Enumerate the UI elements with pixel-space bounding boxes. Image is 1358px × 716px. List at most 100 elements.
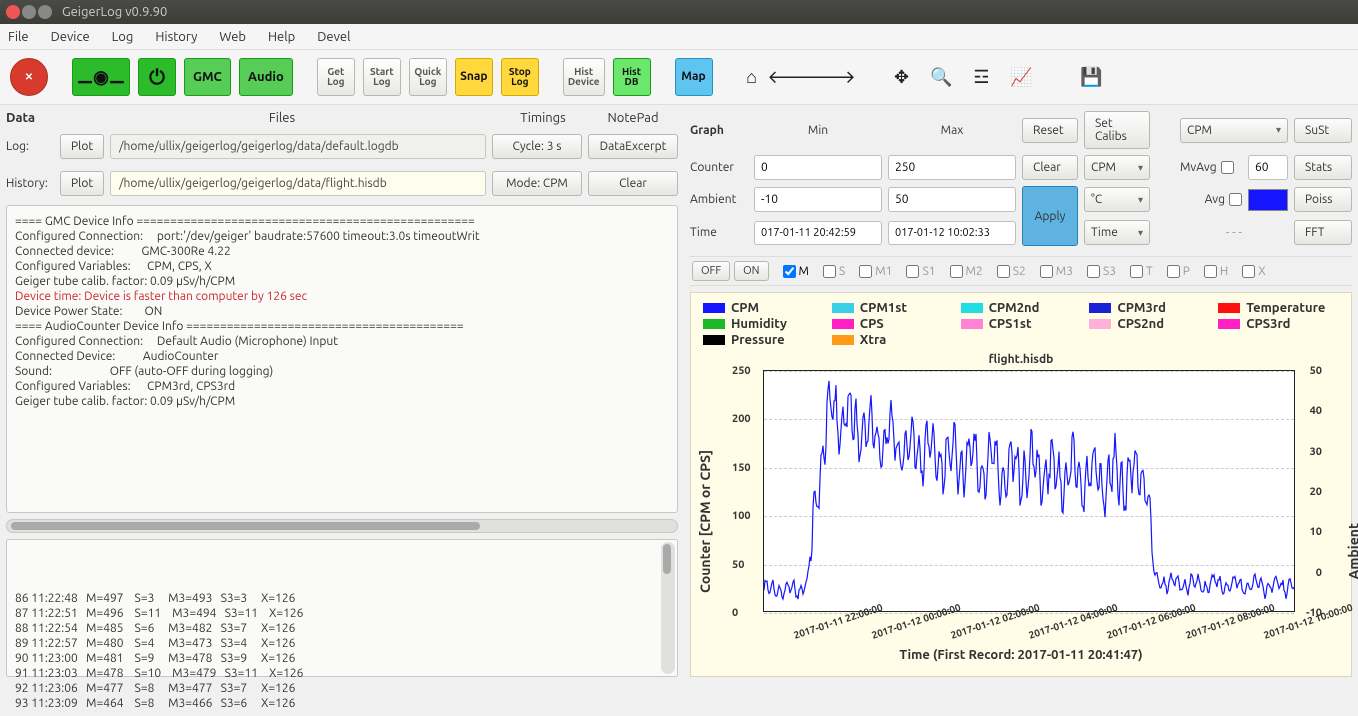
poiss-button[interactable]: Poiss: [1294, 187, 1352, 212]
check-s2[interactable]: S2: [997, 265, 1026, 278]
menu-history[interactable]: History: [155, 30, 197, 44]
counter-min-input[interactable]: [754, 155, 882, 180]
avg-label: Avg: [1205, 193, 1225, 206]
menu-file[interactable]: File: [8, 30, 29, 44]
graph-controls: Graph Min Max Reset Set Calibs CPM SuSt …: [690, 111, 1352, 246]
mode-button[interactable]: Mode: CPM: [492, 171, 582, 196]
check-s[interactable]: S: [823, 265, 845, 278]
avg-checkbox[interactable]: [1229, 193, 1242, 206]
gmc-button[interactable]: GMC: [184, 58, 231, 96]
hist-db-button[interactable]: Hist DB: [613, 58, 651, 96]
menu-help[interactable]: Help: [268, 30, 295, 44]
quick-log-button[interactable]: Quick Log: [409, 58, 447, 96]
ambient-min-input[interactable]: [754, 187, 882, 212]
get-log-button[interactable]: Get Log: [317, 58, 355, 96]
forward-icon[interactable]: 🡒: [821, 66, 843, 88]
apply-button[interactable]: Apply: [1022, 186, 1078, 246]
console-scrollbar[interactable]: [6, 519, 678, 533]
check-s3[interactable]: S3: [1087, 265, 1116, 278]
dataexcerpt-button[interactable]: DataExcerpt: [588, 134, 678, 159]
settings-icon[interactable]: ☲: [971, 66, 993, 88]
legend-cpm: CPM: [703, 301, 824, 315]
start-log-button[interactable]: Start Log: [363, 58, 401, 96]
menu-bar: File Device Log History Web Help Devel: [0, 24, 1358, 50]
files-header: Files: [66, 111, 498, 125]
hist-device-button[interactable]: Hist Device: [563, 58, 605, 96]
check-x[interactable]: X: [1242, 265, 1265, 278]
check-m2[interactable]: M2: [950, 265, 983, 278]
legend-humidity: Humidity: [703, 317, 824, 331]
back-icon[interactable]: 🡐: [781, 66, 803, 88]
time-from-input[interactable]: [754, 221, 882, 245]
dashes-label: - - -: [1180, 226, 1288, 239]
time-to-input[interactable]: [888, 221, 1016, 245]
check-s1[interactable]: S1: [906, 265, 935, 278]
vars-off-button[interactable]: OFF: [692, 261, 730, 281]
vars-on-button[interactable]: ON: [734, 261, 768, 281]
close-button[interactable]: ✕: [10, 58, 48, 96]
check-t[interactable]: T: [1130, 265, 1153, 278]
check-m[interactable]: M: [783, 265, 809, 278]
data-log-output[interactable]: 86 11:22:48 M=497 S=3 M3=493 S3=3 X=1268…: [6, 539, 678, 677]
ambient-max-input[interactable]: [888, 187, 1016, 212]
stats-button[interactable]: Stats: [1294, 155, 1352, 180]
data-title: Data: [6, 111, 35, 125]
pan-icon[interactable]: ✥: [891, 66, 913, 88]
snap-button[interactable]: Snap: [455, 58, 493, 96]
variable-select[interactable]: CPM: [1180, 118, 1288, 143]
chart-plot[interactable]: 050100150200250-10010203040502017-01-11 …: [763, 370, 1295, 612]
mvavg-checkbox[interactable]: [1221, 161, 1234, 174]
counter-unit-select[interactable]: CPM: [1084, 155, 1150, 180]
menu-log[interactable]: Log: [112, 30, 134, 44]
ambient-label: Ambient: [690, 193, 748, 206]
datalog-scrollbar[interactable]: [661, 542, 675, 674]
menu-device[interactable]: Device: [51, 30, 90, 44]
chart-icon[interactable]: 📈: [1011, 66, 1033, 88]
mvavg-label: MvAvg: [1180, 161, 1217, 174]
window-maximize-icon[interactable]: [38, 5, 52, 19]
set-calibs-button[interactable]: Set Calibs: [1084, 111, 1150, 149]
cycle-button[interactable]: Cycle: 3 s: [492, 134, 582, 159]
time-unit-select[interactable]: Time: [1084, 220, 1150, 245]
map-button[interactable]: Map: [675, 58, 713, 96]
ambient-unit-select[interactable]: °C: [1084, 187, 1150, 212]
audio-button[interactable]: Audio: [239, 58, 293, 96]
menu-web[interactable]: Web: [219, 30, 246, 44]
variable-checks: OFF ON M S M1 S1 M2 S2 M3 S3 T P H X: [690, 256, 1352, 286]
sust-button[interactable]: SuSt: [1294, 118, 1352, 143]
power-button[interactable]: ⏻: [138, 58, 176, 96]
window-close-icon[interactable]: [6, 5, 20, 19]
console-output[interactable]: ==== GMC Device Info ===================…: [6, 205, 678, 513]
notepad-header: NotePad: [588, 111, 678, 125]
check-p[interactable]: P: [1167, 265, 1190, 278]
reset-button[interactable]: Reset: [1022, 118, 1078, 143]
stop-log-button[interactable]: Stop Log: [501, 58, 539, 96]
clear-notepad-button[interactable]: Clear: [588, 171, 678, 196]
check-h[interactable]: H: [1204, 265, 1228, 278]
legend-pressure: Pressure: [703, 333, 824, 347]
log-path-field[interactable]: /home/ullix/geigerlog/geigerlog/data/def…: [110, 134, 486, 159]
window-title: GeigerLog v0.9.90: [62, 5, 167, 19]
main-toolbar: ✕ ⚊◉⚊ ⏻ GMC Audio Get Log Start Log Quic…: [0, 50, 1358, 105]
connect-button[interactable]: ⚊◉⚊: [72, 58, 130, 96]
zoom-icon[interactable]: 🔍: [931, 66, 953, 88]
legend-cps: CPS: [832, 317, 953, 331]
x-axis-label: Time (First Record: 2017-01-11 20:41:47): [703, 648, 1339, 662]
mvavg-input[interactable]: [1248, 155, 1288, 180]
check-m3[interactable]: M3: [1040, 265, 1073, 278]
counter-max-input[interactable]: [888, 155, 1016, 180]
history-path-field[interactable]: /home/ullix/geigerlog/geigerlog/data/fli…: [110, 171, 486, 196]
fft-button[interactable]: FFT: [1294, 220, 1352, 245]
plot-log-button[interactable]: Plot: [60, 134, 104, 159]
graph-title: Graph: [690, 124, 724, 137]
menu-devel[interactable]: Devel: [317, 30, 350, 44]
save-icon[interactable]: 💾: [1081, 66, 1103, 88]
check-m1[interactable]: M1: [859, 265, 892, 278]
window-minimize-icon[interactable]: [22, 5, 36, 19]
home-icon[interactable]: ⌂: [741, 66, 763, 88]
counter-clear-button[interactable]: Clear: [1022, 155, 1078, 180]
plot-history-button[interactable]: Plot: [60, 171, 104, 196]
legend-cpm1st: CPM1st: [832, 301, 953, 315]
legend-temperature: Temperature: [1218, 301, 1339, 315]
color-picker[interactable]: [1248, 189, 1288, 211]
